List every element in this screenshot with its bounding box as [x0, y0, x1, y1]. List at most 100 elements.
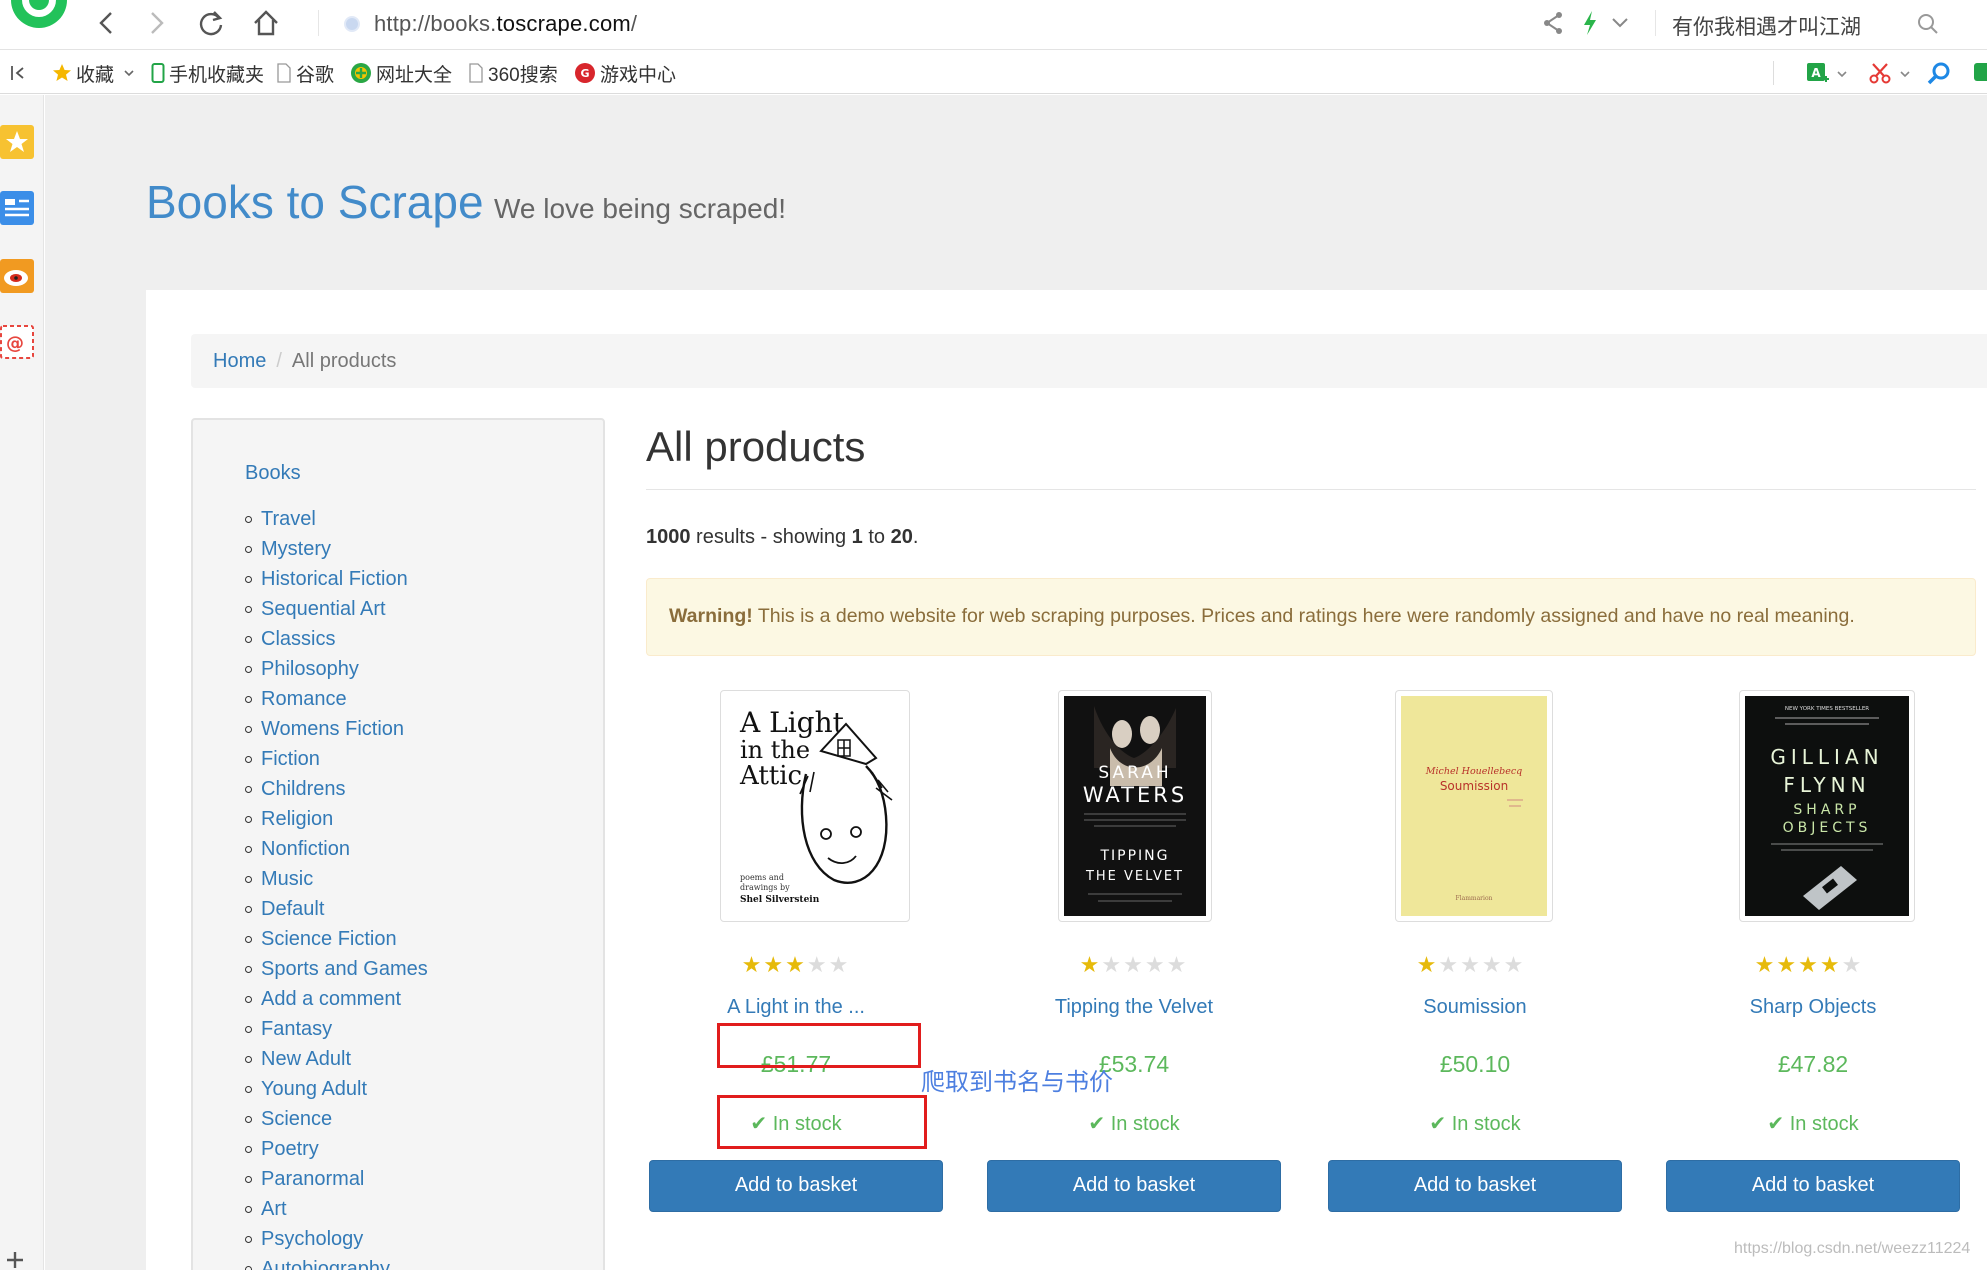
bookmark-url-directory[interactable]: 网址大全: [350, 60, 452, 86]
product-title-link[interactable]: A Light in the ...: [626, 996, 966, 1019]
add-to-basket-button[interactable]: Add to basket: [1666, 1160, 1960, 1212]
cover-text: Shel Silverstein: [740, 895, 820, 905]
home-icon[interactable]: [250, 7, 282, 39]
chevron-down-icon[interactable]: [1836, 69, 1848, 79]
phone-icon: [151, 63, 165, 83]
email-icon[interactable]: @: [0, 319, 34, 363]
product-card: NEW YORK TIMES BESTSELLER GILLIAN FLYNN …: [1639, 690, 1979, 1270]
category-link[interactable]: Fantasy: [245, 1018, 428, 1048]
book-cover-image: SARAH WATERS TIPPING THE VELVET: [1064, 696, 1206, 916]
news-icon[interactable]: [0, 185, 34, 229]
bookmark-game-center[interactable]: G 游戏中心: [574, 60, 676, 86]
book-cover-link[interactable]: NEW YORK TIMES BESTSELLER GILLIAN FLYNN …: [1739, 690, 1915, 922]
cover-text: GILLIAN: [1770, 745, 1883, 769]
cover-text: Flammarion: [1456, 895, 1493, 902]
search-input[interactable]: 有你我相遇才叫江湖: [1662, 6, 1942, 40]
address-bar[interactable]: http://books.toscrape.com/: [330, 6, 1510, 40]
category-link[interactable]: Sports and Games: [245, 958, 428, 988]
bookmark-label: 谷歌: [296, 64, 335, 86]
bookmark-label: 360搜索: [488, 64, 558, 86]
category-link[interactable]: Default: [245, 898, 428, 928]
weibo-icon[interactable]: [0, 253, 34, 297]
check-icon: ✔: [1429, 1113, 1452, 1135]
product-title-link[interactable]: Tipping the Velvet: [964, 996, 1304, 1019]
category-link[interactable]: Music: [245, 868, 428, 898]
star-rating: ★★★★★: [964, 952, 1304, 978]
book-cover-link[interactable]: Michel Houellebecq Soumission Flammarion: [1395, 690, 1553, 922]
favorites-star-icon[interactable]: [0, 119, 34, 163]
share-icon[interactable]: [1540, 7, 1566, 39]
search-text[interactable]: 有你我相遇才叫江湖: [1672, 11, 1861, 41]
collapse-sidebar-icon[interactable]: [8, 63, 28, 83]
product-title-link[interactable]: Sharp Objects: [1643, 996, 1983, 1019]
book-cover-link[interactable]: SARAH WATERS TIPPING THE VELVET: [1058, 690, 1212, 922]
star-icon: ★: [1798, 952, 1820, 977]
category-link[interactable]: Nonfiction: [245, 838, 428, 868]
address-text[interactable]: http://books.toscrape.com/: [374, 11, 637, 37]
browser-side-panel: @: [0, 95, 44, 1270]
bookmark-360-search[interactable]: 360搜索: [468, 60, 558, 86]
bookmark-label: 游戏中心: [600, 64, 677, 86]
category-link[interactable]: Young Adult: [245, 1078, 428, 1108]
search-icon[interactable]: [1917, 13, 1939, 35]
star-icon: ★: [1841, 952, 1864, 977]
forward-icon[interactable]: [140, 7, 172, 39]
category-link[interactable]: Science: [245, 1108, 428, 1138]
browser-logo-icon[interactable]: [5, 0, 67, 38]
category-link[interactable]: Womens Fiction: [245, 718, 428, 748]
breadcrumb: Home / All products: [191, 334, 1987, 388]
bookmark-favorites[interactable]: 收藏: [52, 60, 136, 86]
book-cover-link[interactable]: A Light in the Attic poems and drawings …: [720, 690, 910, 922]
category-link[interactable]: Psychology: [245, 1228, 428, 1258]
category-link[interactable]: Art: [245, 1198, 428, 1228]
star-icon: [53, 64, 71, 81]
category-link[interactable]: Paranormal: [245, 1168, 428, 1198]
chevron-down-icon[interactable]: [1899, 69, 1911, 79]
star-rating: ★★★★★: [1639, 952, 1979, 978]
breadcrumb-home-link[interactable]: Home: [213, 350, 266, 372]
star-icon: ★: [1819, 952, 1842, 977]
screenshot-scissors-icon[interactable]: [1868, 61, 1892, 85]
speed-mode-icon[interactable]: [1578, 7, 1602, 39]
category-root-link[interactable]: Books: [245, 462, 301, 485]
chevron-down-icon[interactable]: [1608, 7, 1632, 39]
product-card: A Light in the Attic poems and drawings …: [626, 690, 966, 1270]
site-tagline: We love being scraped!: [493, 193, 787, 224]
book-cover-image: NEW YORK TIMES BESTSELLER GILLIAN FLYNN …: [1745, 696, 1909, 916]
category-link[interactable]: Sequential Art: [245, 598, 428, 628]
magnifier-icon[interactable]: [1926, 61, 1952, 87]
add-to-basket-button[interactable]: Add to basket: [987, 1160, 1281, 1212]
category-link[interactable]: Science Fiction: [245, 928, 428, 958]
add-to-basket-button[interactable]: Add to basket: [1328, 1160, 1622, 1212]
product-title-link[interactable]: Soumission: [1305, 996, 1645, 1019]
back-icon[interactable]: [91, 7, 123, 39]
site-info-icon[interactable]: [344, 16, 360, 32]
star-icon: ★: [806, 952, 829, 977]
star-icon: ★: [1776, 952, 1799, 977]
cover-text: OBJECTS: [1783, 820, 1872, 836]
category-list: Travel Mystery Historical Fiction Sequen…: [245, 508, 428, 1270]
site-header: Books to Scrape We love being scraped!: [146, 175, 786, 229]
extension-icon[interactable]: [1972, 61, 1987, 85]
add-icon[interactable]: [0, 1248, 34, 1272]
site-brand-link[interactable]: Books to Scrape: [146, 176, 484, 228]
category-link[interactable]: Religion: [245, 808, 428, 838]
reload-icon[interactable]: [195, 7, 227, 39]
category-link[interactable]: Mystery: [245, 538, 428, 568]
category-link[interactable]: Philosophy: [245, 658, 428, 688]
availability-status: ✔ In stock: [1088, 1113, 1180, 1135]
translate-icon[interactable]: A: [1805, 61, 1831, 87]
category-link[interactable]: Autobiography: [245, 1258, 428, 1270]
category-link[interactable]: Classics: [245, 628, 428, 658]
category-link[interactable]: Add a comment: [245, 988, 428, 1018]
add-to-basket-button[interactable]: Add to basket: [649, 1160, 943, 1212]
category-link[interactable]: New Adult: [245, 1048, 428, 1078]
category-link[interactable]: Travel: [245, 508, 428, 538]
bookmark-google[interactable]: 谷歌: [276, 60, 334, 86]
category-link[interactable]: Poetry: [245, 1138, 428, 1168]
category-link[interactable]: Historical Fiction: [245, 568, 428, 598]
category-link[interactable]: Fiction: [245, 748, 428, 778]
bookmark-mobile-favorites[interactable]: 手机收藏夹: [151, 60, 264, 86]
category-link[interactable]: Romance: [245, 688, 428, 718]
category-link[interactable]: Childrens: [245, 778, 428, 808]
